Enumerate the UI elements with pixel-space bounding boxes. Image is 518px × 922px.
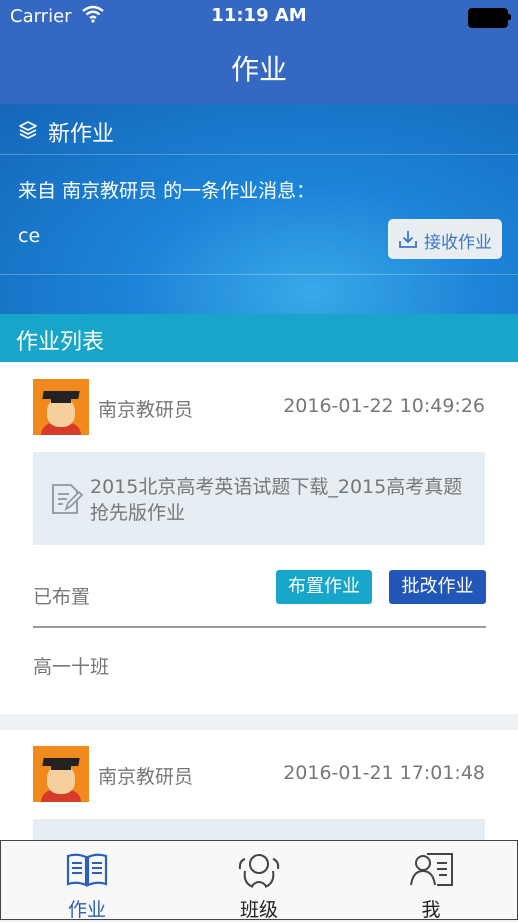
tab-class[interactable]: 班级 xyxy=(173,841,345,921)
avatar xyxy=(33,746,89,802)
status-badge: 已布置 xyxy=(33,586,91,608)
download-icon xyxy=(398,229,418,254)
homework-date: 2016-01-21 17:01:48 xyxy=(283,762,485,784)
clock: 11:19 AM xyxy=(211,5,307,26)
homework-date: 2016-01-22 10:49:26 xyxy=(283,395,485,417)
homework-item[interactable]: 2015北京高考英语试题下载_2015高考真题抢先版作业 xyxy=(33,452,485,545)
status-bar: Carrier 11:19 AM xyxy=(0,0,518,34)
new-homework-panel: 新作业 来自 南京教研员 的一条作业消息： ce 接收作业 xyxy=(0,104,518,314)
page-title: 作业 xyxy=(230,53,287,86)
book-icon xyxy=(65,851,109,893)
tab-homework[interactable]: 作业 xyxy=(1,841,173,921)
divider xyxy=(0,274,518,275)
divider xyxy=(33,626,486,628)
assign-homework-button[interactable]: 布置作业 xyxy=(276,570,372,604)
grade-homework-button[interactable]: 批改作业 xyxy=(389,570,486,604)
class-name: 高一十班 xyxy=(33,656,110,678)
new-homework-title: 新作业 xyxy=(48,122,115,147)
tab-bar: 作业 班级 我 xyxy=(0,840,518,921)
layers-icon xyxy=(18,120,38,144)
tab-me[interactable]: 我 xyxy=(345,841,517,921)
author-name: 南京教研员 xyxy=(98,399,194,421)
homework-message-content: ce xyxy=(18,225,41,247)
avatar xyxy=(33,379,89,435)
class-group-icon xyxy=(237,851,281,895)
homework-item[interactable] xyxy=(33,819,485,842)
tab-class-label: 班级 xyxy=(239,899,278,921)
new-homework-header: 新作业 xyxy=(0,104,518,155)
homework-list-header: 作业列表 xyxy=(0,314,518,362)
profile-card-icon xyxy=(409,851,455,893)
homework-card[interactable]: 南京教研员 2016-01-21 17:01:48 xyxy=(0,730,518,842)
document-edit-icon xyxy=(49,482,84,520)
homework-title: 2015北京高考英语试题下载_2015高考真题抢先版作业 xyxy=(90,476,463,524)
battery-icon xyxy=(468,8,511,28)
navigation-bar: 作业 xyxy=(0,34,518,104)
homework-list-title: 作业列表 xyxy=(16,330,105,355)
homework-message: 来自 南京教研员 的一条作业消息： xyxy=(18,180,316,202)
author-name: 南京教研员 xyxy=(98,766,194,788)
receive-homework-button[interactable]: 接收作业 xyxy=(388,219,502,259)
tab-homework-label: 作业 xyxy=(67,899,106,921)
receive-homework-label: 接收作业 xyxy=(424,233,492,253)
tab-me-label: 我 xyxy=(421,899,441,921)
homework-card[interactable]: 南京教研员 2016-01-22 10:49:26 2015北京高考英语试题下载… xyxy=(0,362,518,714)
